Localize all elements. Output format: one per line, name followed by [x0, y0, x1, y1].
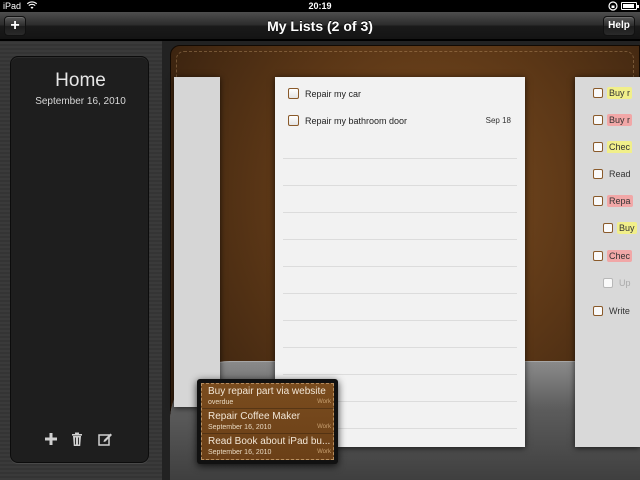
task-label: Buy r — [607, 114, 633, 126]
status-bar: iPad 20:19 — [0, 0, 640, 12]
due-tasks-popup: Buy repair part via website overdue Work… — [197, 379, 338, 464]
task-row[interactable]: Buy r — [593, 87, 640, 99]
rotation-lock-icon — [608, 1, 618, 11]
popup-task-category: Work — [317, 449, 331, 455]
checkbox[interactable] — [288, 88, 299, 99]
clock: 20:19 — [308, 1, 332, 11]
popup-task-date: September 16, 2010 — [208, 449, 272, 456]
checkbox[interactable] — [288, 115, 299, 126]
popup-task-status: overdue — [208, 399, 234, 406]
popup-task-category: Work — [317, 399, 331, 405]
checkbox[interactable] — [603, 278, 613, 288]
task-row[interactable]: Repair my bathroom door — [288, 114, 518, 128]
checkbox[interactable] — [593, 306, 603, 316]
popup-task-category: Work — [317, 424, 331, 430]
next-list-page[interactable]: Buy r Buy r Chec Read Repa Buy Chec Up Write — [575, 77, 640, 447]
navigation-bar: + My Lists (2 of 3) Help — [0, 12, 640, 40]
checkbox[interactable] — [593, 196, 603, 206]
task-row[interactable]: Chec — [593, 141, 640, 153]
trash-icon[interactable] — [69, 431, 85, 447]
list-cover-card[interactable]: Home September 16, 2010 — [10, 56, 149, 463]
checkbox[interactable] — [593, 142, 603, 152]
previous-list-page[interactable] — [174, 77, 220, 407]
task-label: Repa — [607, 195, 633, 207]
popup-task-title: Repair Coffee Maker — [208, 411, 301, 422]
task-row[interactable]: Read — [593, 168, 640, 180]
edit-icon[interactable] — [97, 431, 113, 447]
popup-task-date: September 16, 2010 — [208, 424, 272, 431]
task-due-date: Sep 18 — [485, 116, 511, 125]
task-row[interactable]: Write — [593, 305, 640, 317]
checkbox[interactable] — [593, 251, 603, 261]
task-row[interactable]: Chec — [593, 250, 640, 262]
task-label: Read — [609, 169, 631, 179]
task-label: Write — [609, 306, 630, 316]
checkbox[interactable] — [603, 223, 613, 233]
popup-task-item[interactable]: Buy repair part via website overdue Work — [202, 384, 335, 409]
checkbox[interactable] — [593, 115, 603, 125]
task-label: Up — [619, 278, 631, 288]
page-title: My Lists (2 of 3) — [267, 18, 373, 34]
task-label: Buy — [617, 222, 637, 234]
left-panel: Home September 16, 2010 — [0, 41, 162, 480]
task-label: Buy r — [607, 87, 633, 99]
popup-task-item[interactable]: Repair Coffee Maker September 16, 2010 W… — [202, 409, 335, 434]
popup-task-title: Buy repair part via website — [208, 386, 326, 397]
task-row[interactable]: Repair my car — [288, 87, 518, 101]
task-label: Repair my bathroom door — [305, 116, 408, 126]
list-title: Home — [55, 70, 106, 91]
task-row[interactable]: Up — [603, 277, 640, 289]
popup-task-title: Read Book about iPad bu... — [208, 436, 331, 447]
list-date: September 16, 2010 — [35, 96, 126, 107]
help-button[interactable]: Help — [603, 16, 635, 36]
checkbox[interactable] — [593, 88, 603, 98]
task-row[interactable]: Buy r — [593, 114, 640, 126]
task-row[interactable]: Buy — [603, 222, 640, 234]
task-label: Chec — [607, 250, 633, 262]
popup-task-item[interactable]: Read Book about iPad bu... September 16,… — [202, 434, 335, 459]
add-icon[interactable] — [43, 431, 59, 447]
task-row[interactable]: Repa — [593, 195, 640, 207]
task-label: Repair my car — [305, 89, 362, 99]
battery-icon — [621, 2, 639, 10]
task-label: Chec — [607, 141, 633, 153]
checkbox[interactable] — [593, 169, 603, 179]
